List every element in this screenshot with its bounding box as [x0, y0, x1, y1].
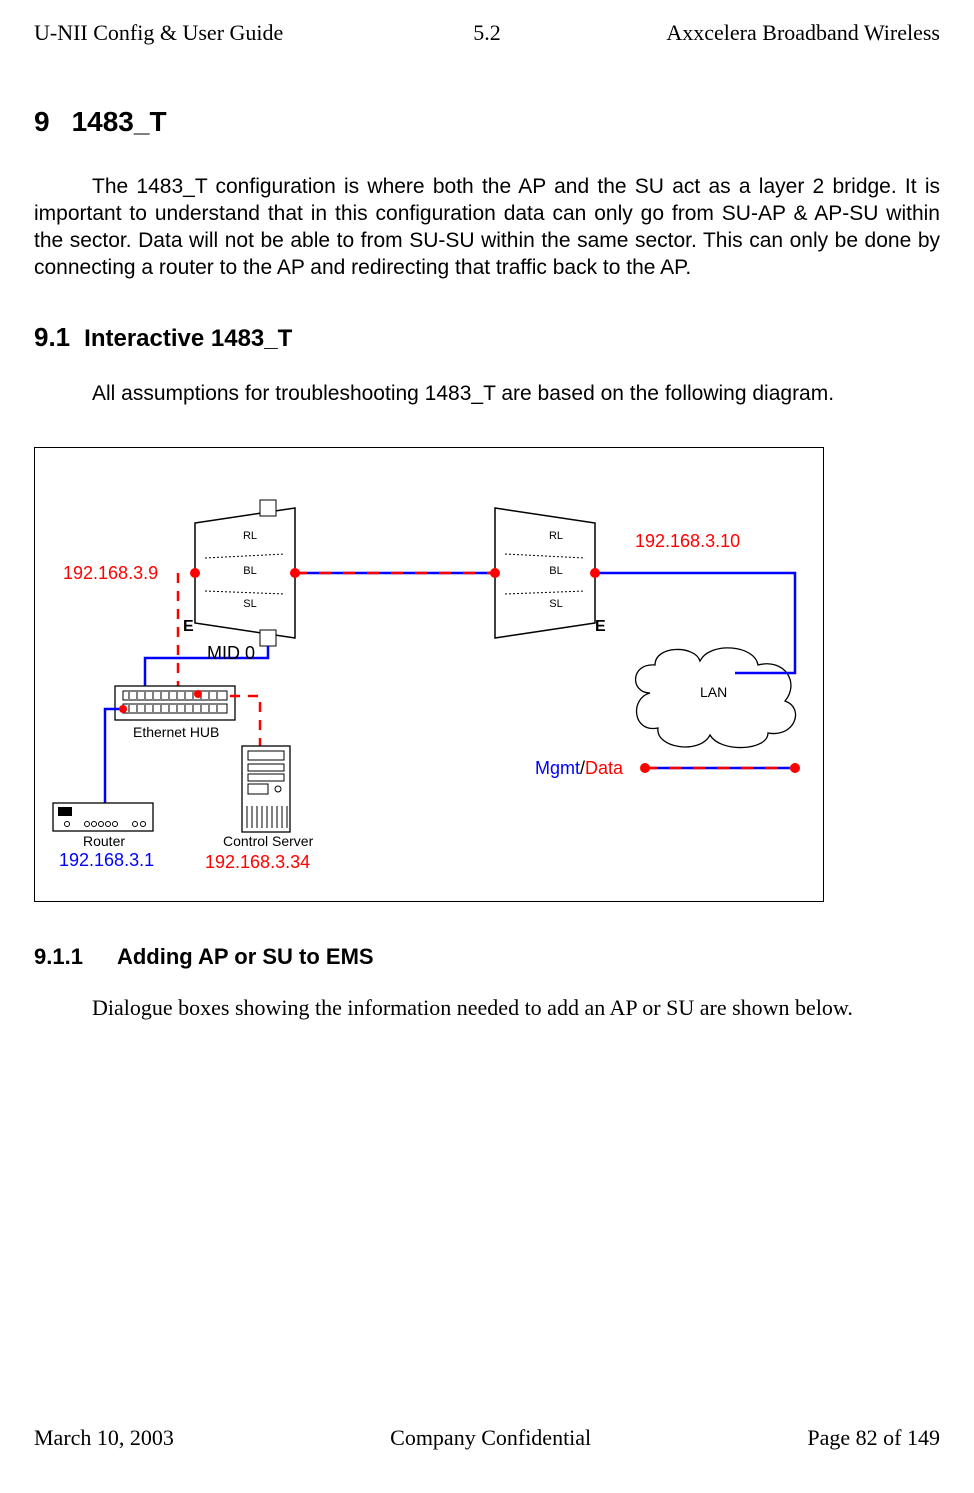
- paragraph-9-1-1-text: Dialogue boxes showing the information n…: [92, 995, 853, 1020]
- label-ip-right: 192.168.3.10: [635, 531, 740, 552]
- paragraph-intro: The 1483_T configuration is where both t…: [34, 174, 940, 282]
- footer-center: Company Confidential: [390, 1425, 591, 1451]
- paragraph-intro-text: The 1483_T configuration is where both t…: [34, 175, 940, 279]
- footer-right: Page 82 of 149: [807, 1425, 940, 1451]
- heading-9-1-title: Interactive 1483_T: [84, 325, 292, 352]
- label-bl-left: BL: [235, 565, 265, 577]
- paragraph-9-1-text: All assumptions for troubleshooting 1483…: [92, 382, 834, 405]
- label-mid0: MID 0: [207, 643, 255, 664]
- label-ip-left: 192.168.3.9: [63, 563, 158, 584]
- page-footer: March 10, 2003 Company Confidential Page…: [34, 1425, 940, 1451]
- label-lan: LAN: [700, 684, 727, 700]
- label-sl-right: SL: [541, 598, 571, 610]
- label-router-ip: 192.168.3.1: [59, 850, 154, 871]
- label-e-left: E: [183, 618, 194, 636]
- paragraph-9-1: All assumptions for troubleshooting 1483…: [34, 381, 940, 408]
- header-center: 5.2: [427, 20, 547, 46]
- label-router: Router: [83, 833, 125, 849]
- paragraph-9-1-1: Dialogue boxes showing the information n…: [34, 994, 940, 1023]
- label-control-server: Control Server: [223, 833, 313, 849]
- label-e-right: E: [595, 618, 606, 636]
- heading-9: 9 1483_T: [34, 106, 940, 138]
- page-header: U-NII Config & User Guide 5.2 Axxcelera …: [34, 20, 940, 46]
- label-ethernet-hub: Ethernet HUB: [133, 724, 219, 740]
- header-right: Axxcelera Broadband Wireless: [547, 20, 940, 46]
- network-diagram: 192.168.3.9 192.168.3.10 RL BL SL RL BL …: [34, 447, 824, 902]
- heading-9-1-1-title: Adding AP or SU to EMS: [117, 944, 374, 969]
- legend-data: Data: [585, 758, 623, 778]
- footer-left: March 10, 2003: [34, 1425, 174, 1451]
- heading-9-1-1-num: 9.1.1: [34, 944, 83, 969]
- heading-9-title: 1483_T: [72, 106, 167, 137]
- heading-9-1: 9.1 Interactive 1483_T: [34, 322, 940, 353]
- header-left: U-NII Config & User Guide: [34, 20, 427, 46]
- heading-9-num: 9: [34, 106, 50, 137]
- label-rl-right: RL: [541, 530, 571, 542]
- label-sl-left: SL: [235, 598, 265, 610]
- legend-mgmt-data: Mgmt/Data: [535, 758, 623, 779]
- label-control-server-ip: 192.168.3.34: [205, 852, 310, 873]
- heading-9-1-1: 9.1.1 Adding AP or SU to EMS: [34, 944, 940, 970]
- legend-mgmt: Mgmt: [535, 758, 580, 778]
- label-rl-left: RL: [235, 530, 265, 542]
- label-bl-right: BL: [541, 565, 571, 577]
- heading-9-1-num: 9.1: [34, 322, 70, 352]
